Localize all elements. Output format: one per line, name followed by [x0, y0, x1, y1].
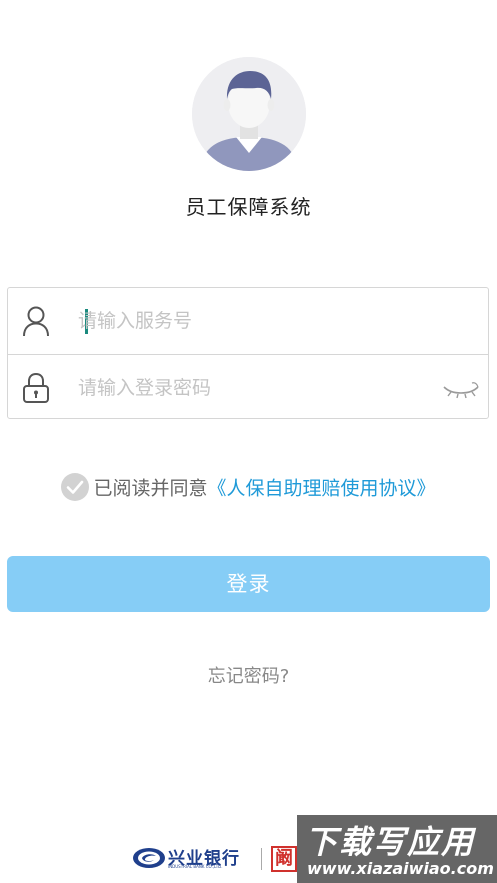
password-input[interactable]: [78, 369, 418, 407]
footer-logos: 兴业银行 INDUSTRIAL BANK CO.,LTD. 阚: [132, 842, 302, 876]
username-row: [8, 288, 488, 354]
agreement-checkbox[interactable]: [61, 473, 90, 501]
agreement-link[interactable]: 《人保自助理赔使用协议》: [208, 478, 436, 500]
login-screen: 员工保障系统 请输入服务号 已阅读并同意《人保自助理赔使用协议》 登录 忘记密码…: [0, 0, 497, 883]
lock-icon: [22, 372, 50, 404]
check-icon: [67, 480, 84, 494]
partner-seal-logo: 阚: [271, 846, 297, 872]
avatar: [192, 57, 306, 171]
login-button[interactable]: 登录: [7, 556, 490, 612]
username-input[interactable]: [78, 302, 418, 340]
bank-logo-icon: [132, 847, 166, 869]
watermark-url: www.xiazaiwiao.com: [307, 859, 494, 878]
agreement-text: 已阅读并同意: [93, 477, 208, 500]
bank-name-en: INDUSTRIAL BANK CO.,LTD.: [168, 864, 223, 869]
site-watermark: 下载写应用 www.xiazaiwiao.com: [297, 815, 497, 883]
eye-closed-icon[interactable]: [442, 377, 480, 401]
forgot-password-link[interactable]: 忘记密码?: [0, 662, 497, 688]
login-form: [7, 287, 489, 419]
default-avatar-icon: [192, 57, 306, 171]
watermark-title: 下载写应用: [305, 823, 476, 861]
agreement-row: 已阅读并同意《人保自助理赔使用协议》: [0, 473, 497, 503]
user-icon: [22, 305, 50, 337]
password-row: [8, 354, 488, 420]
app-title: 员工保障系统: [185, 195, 312, 219]
footer-divider: [261, 848, 262, 870]
